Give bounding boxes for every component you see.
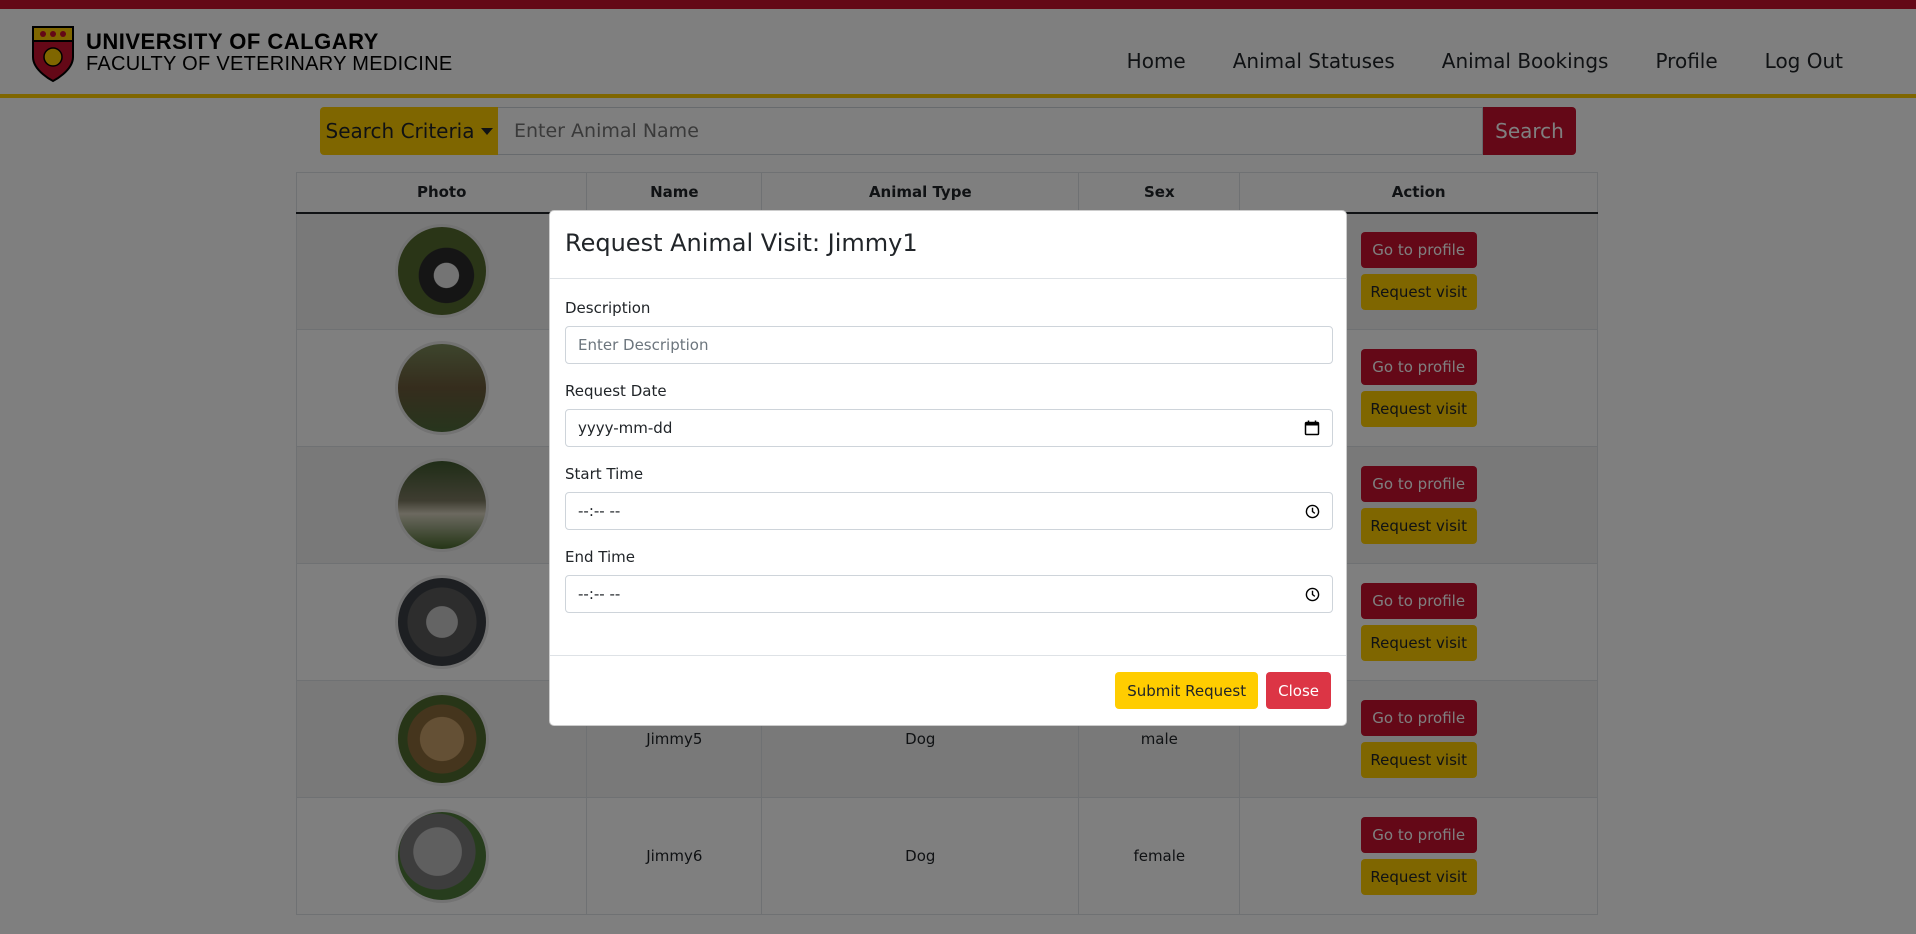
description-label: Description bbox=[565, 299, 651, 317]
start-time-value: --:-- -- bbox=[578, 502, 621, 520]
description-input[interactable]: Enter Description bbox=[565, 326, 1333, 364]
clock-icon[interactable] bbox=[1305, 504, 1320, 519]
description-field-group: Description Enter Description bbox=[565, 299, 1333, 364]
calendar-icon[interactable] bbox=[1304, 420, 1320, 436]
request-date-label: Request Date bbox=[565, 382, 667, 400]
request-date-field-group: Request Date yyyy-mm-dd bbox=[565, 382, 1333, 447]
request-date-input[interactable]: yyyy-mm-dd bbox=[565, 409, 1333, 447]
modal-title: Request Animal Visit: Jimmy1 bbox=[565, 229, 918, 257]
submit-request-button[interactable]: Submit Request bbox=[1115, 672, 1259, 709]
description-placeholder: Enter Description bbox=[578, 336, 709, 354]
end-time-field-group: End Time --:-- -- bbox=[565, 548, 1333, 613]
modal-footer: Submit Request Close bbox=[550, 655, 1346, 725]
close-button[interactable]: Close bbox=[1266, 672, 1331, 709]
clock-icon[interactable] bbox=[1305, 587, 1320, 602]
request-date-value: yyyy-mm-dd bbox=[578, 419, 673, 437]
start-time-label: Start Time bbox=[565, 465, 644, 483]
modal-body: Description Enter Description Request Da… bbox=[550, 299, 1346, 613]
start-time-field-group: Start Time --:-- -- bbox=[565, 465, 1333, 530]
request-visit-modal: Request Animal Visit: Jimmy1 Description… bbox=[549, 210, 1347, 726]
end-time-value: --:-- -- bbox=[578, 585, 621, 603]
end-time-label: End Time bbox=[565, 548, 635, 566]
modal-header: Request Animal Visit: Jimmy1 bbox=[550, 211, 1346, 279]
start-time-input[interactable]: --:-- -- bbox=[565, 492, 1333, 530]
end-time-input[interactable]: --:-- -- bbox=[565, 575, 1333, 613]
